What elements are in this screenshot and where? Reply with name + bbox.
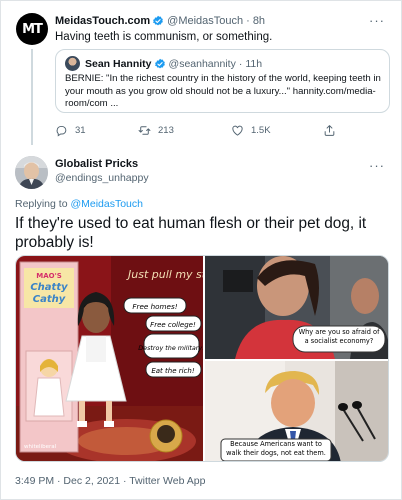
share-action[interactable]	[323, 124, 343, 137]
more-icon[interactable]: ···	[369, 158, 385, 173]
aoc-question-text: Why are you so afraid of a socialist eco…	[298, 328, 380, 345]
retweet-count: 213	[158, 125, 174, 136]
meidastouch-avatar[interactable]: MT	[16, 13, 48, 45]
reply-handle[interactable]: @endings_unhappy	[55, 172, 149, 184]
reply-icon	[56, 125, 67, 137]
aoc-photo[interactable]: Why are you so afraid of a socialist eco…	[205, 256, 389, 359]
reply-tweet-text: If they're used to eat human flesh or th…	[15, 215, 367, 251]
quoted-tweet[interactable]: Sean Hannity @seanhannity · 11h BERNIE: …	[55, 49, 390, 113]
share-icon	[324, 125, 335, 136]
more-icon[interactable]: ···	[369, 13, 385, 28]
reply-action[interactable]: 31	[55, 124, 86, 137]
quoted-separator: ·	[238, 57, 243, 70]
verified-badge-icon	[154, 58, 165, 68]
trump-photo[interactable]: Because Americans want to walk their dog…	[205, 361, 389, 462]
quoted-display-name: Sean Hannity	[85, 57, 152, 70]
like-action[interactable]: 1.5K	[231, 124, 271, 137]
parent-tweet-text: Having teeth is communism, or something.	[55, 31, 273, 43]
meme-headline: Just pull my string	[126, 268, 203, 281]
bubble-eat-the-rich: Eat the rich!	[151, 367, 195, 375]
globalist-avatar[interactable]	[15, 156, 48, 189]
parent-display-name[interactable]: MeidasTouch.com	[55, 15, 150, 27]
like-count: 1.5K	[251, 125, 271, 136]
avatar-photo	[15, 156, 48, 189]
retweet-icon	[138, 126, 151, 135]
quoted-handle: @seanhannity	[168, 57, 236, 70]
quoted-tweet-header: Sean Hannity @seanhannity · 11h	[65, 56, 262, 71]
parent-time[interactable]: 8h	[253, 15, 265, 27]
replying-to: Replying to @MeidasTouch	[15, 198, 143, 210]
chatty-cathy-meme-image[interactable]: MAO'S Chatty Cathy whiteliberal Just pul…	[16, 256, 203, 462]
trump-answer-text: Because Americans want to walk their dog…	[226, 440, 326, 457]
box-brand-text: MAO'S	[36, 272, 62, 280]
bubble-free-homes: Free homes!	[132, 302, 177, 311]
replying-prefix: Replying to	[15, 198, 68, 210]
tweet-thread: MT MeidasTouch.com @MeidasTouch · 8h ···…	[0, 0, 402, 500]
bubble-free-college: Free college!	[150, 321, 196, 329]
hannity-avatar	[65, 56, 80, 71]
replying-to-link[interactable]: @MeidasTouch	[70, 198, 143, 210]
box-title-1: Chatty	[30, 282, 68, 293]
bubble-destroy-military: Destroy the military!	[138, 344, 203, 352]
parent-separator: ·	[246, 15, 250, 27]
retweet-action[interactable]: 213	[138, 124, 174, 137]
tweet-actions: 31 213 1.5K	[55, 124, 355, 138]
verified-badge-icon	[153, 15, 164, 26]
heart-icon	[232, 125, 243, 136]
meme-credit: whiteliberal	[24, 444, 57, 450]
quoted-tweet-text: BERNIE: "In the richest country in the h…	[65, 73, 381, 109]
thread-connector-line	[31, 49, 33, 145]
avatar-logo-text: MT	[22, 21, 43, 37]
reply-display-name[interactable]: Globalist Pricks	[55, 158, 138, 170]
quoted-time: 11h	[245, 57, 263, 70]
reply-count: 31	[75, 125, 86, 136]
parent-handle[interactable]: @MeidasTouch	[167, 15, 243, 27]
box-title-2: Cathy	[33, 294, 66, 305]
parent-tweet-header: MeidasTouch.com @MeidasTouch · 8h	[55, 13, 265, 29]
tweet-timestamp-footer[interactable]: 3:49 PM · Dec 2, 2021 · Twitter Web App	[15, 475, 205, 487]
tweet-media-grid: MAO'S Chatty Cathy whiteliberal Just pul…	[15, 255, 389, 462]
